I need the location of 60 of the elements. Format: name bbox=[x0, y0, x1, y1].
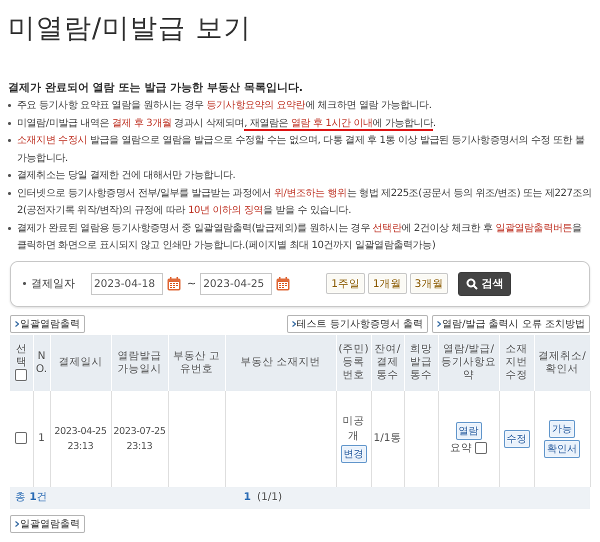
calendar-icon[interactable] bbox=[167, 276, 181, 290]
page-info: (1/1) bbox=[256, 491, 282, 503]
bullet-icon bbox=[8, 226, 11, 230]
calendar-icon[interactable] bbox=[276, 276, 290, 290]
period-button[interactable]: 1주일 bbox=[326, 273, 365, 294]
bullet-icon bbox=[8, 174, 11, 177]
batch-print-button[interactable]: 일괄열람출력 bbox=[10, 514, 85, 532]
column-header: 열람발급가능일시 bbox=[111, 334, 168, 390]
notice-text: 주요 등기사항 요약표 열람을 원하시는 경우 등기사항요약의 요약란에 체크하면 열람 가능합니다. bbox=[17, 99, 432, 113]
chevron-icon bbox=[437, 320, 442, 326]
column-header: 잔여/결제통수 bbox=[371, 334, 404, 390]
bullet-icon bbox=[8, 192, 11, 194]
view-button[interactable]: 열람 bbox=[456, 422, 482, 440]
chevron-icon bbox=[15, 520, 19, 526]
summary-checkbox[interactable] bbox=[475, 442, 488, 454]
period-button[interactable]: 3개월 bbox=[410, 273, 448, 294]
notice-heading: 결제가 완료되어 열람 또는 발급 가능한 부동산 목록입니다. bbox=[8, 80, 304, 95]
search-icon bbox=[466, 278, 478, 290]
toolbar-button[interactable]: 열람/발급 출력시 오류 조치방법 bbox=[432, 314, 590, 332]
notice-text: 소재지변 수정시 발급을 열람으로 열람을 발급으로 수정할 수는 없으며, 다통 결제 후 1통 이상 발급된 등기사항증명서의 수정 또한 불가능합니다. bbox=[17, 134, 586, 166]
start-date-field[interactable]: 2023-04-18 bbox=[91, 272, 163, 294]
bullet-icon bbox=[23, 282, 26, 285]
cancel-button[interactable]: 가능 bbox=[549, 420, 575, 438]
end-date-field[interactable]: 2023-04-25 bbox=[200, 272, 272, 294]
page-link[interactable]: 1 bbox=[244, 491, 251, 503]
column-header: 희망발급통수 bbox=[404, 334, 438, 390]
column-header: 결제일시 bbox=[50, 334, 111, 390]
page-title: 미열람/미발급 보기 bbox=[7, 12, 253, 46]
period-button[interactable]: 1개월 bbox=[368, 273, 407, 294]
column-header: 결제취소/확인서 bbox=[534, 334, 590, 390]
column-header: 부동산 고유번호 bbox=[168, 334, 225, 390]
notice-text: 미열람/미발급 내역은 결제 후 3개월 경과시 삭제되며, 재열람은 열람 후 1시간 이내에 가능합니다. bbox=[17, 116, 436, 132]
column-header: 부동산 소재지번 bbox=[225, 334, 336, 390]
bullet-icon bbox=[8, 122, 11, 124]
chevron-icon bbox=[15, 320, 19, 326]
change-button[interactable]: 변경 bbox=[340, 444, 366, 462]
total-count: 총 1건 bbox=[14, 491, 48, 503]
select-all-checkbox[interactable] bbox=[15, 369, 28, 382]
notice-text: 결제가 완료된 열람용 등기사항증명서 중 일괄열람출력(발급제외)를 원하시는 경우 선택란에 2건이상 체크한 후 일괄열람출력버튼을 클릭하면 화면으로 표시되지 않고 인쇄만 가능합니다.(페이지별 최대 10건까지 일괄열람출력가능) bbox=[17, 222, 583, 253]
batch-print-button[interactable]: 일괄열람출력 bbox=[10, 314, 85, 332]
range-separator: ~ bbox=[187, 277, 196, 290]
date-label: 결제일자 bbox=[31, 276, 75, 291]
table-cell: 미공개 bbox=[342, 414, 364, 442]
certificate-button[interactable]: 확인서 bbox=[544, 440, 580, 458]
notice-text: 결제취소는 당일 결제한 건에 대해서만 가능합니다. bbox=[17, 169, 236, 183]
column-header: 소재지번수정 bbox=[499, 334, 534, 390]
column-header: NO. bbox=[33, 334, 50, 390]
notice-text: 인터넷으로 등기사항증명서 전부/일부를 발급받는 과정에서 위/변조하는 행위는 형법 제225조(공문서 등의 위조/변조) 또는 제227조의 2(공전자기록 위작/변작)의 규정에 따라 10년 이하의 징역을 받을 수 있습니다. bbox=[17, 186, 592, 218]
column-header: 열람/발급/등기사항요약 bbox=[438, 334, 499, 390]
summary-label: 요약 bbox=[450, 442, 472, 454]
bullet-icon bbox=[8, 104, 11, 107]
bullet-icon bbox=[8, 139, 11, 142]
edit-button[interactable]: 수정 bbox=[504, 430, 530, 448]
toolbar-button[interactable]: 테스트 등기사항증명서 출력 bbox=[286, 314, 428, 332]
table-cell: 1 bbox=[33, 390, 50, 486]
row-checkbox[interactable] bbox=[15, 432, 28, 444]
chevron-icon bbox=[292, 320, 296, 326]
column-header: 선택 bbox=[10, 334, 33, 390]
search-button[interactable]: 검색 bbox=[458, 272, 512, 296]
column-header: (주민)등록번호 bbox=[336, 334, 371, 390]
